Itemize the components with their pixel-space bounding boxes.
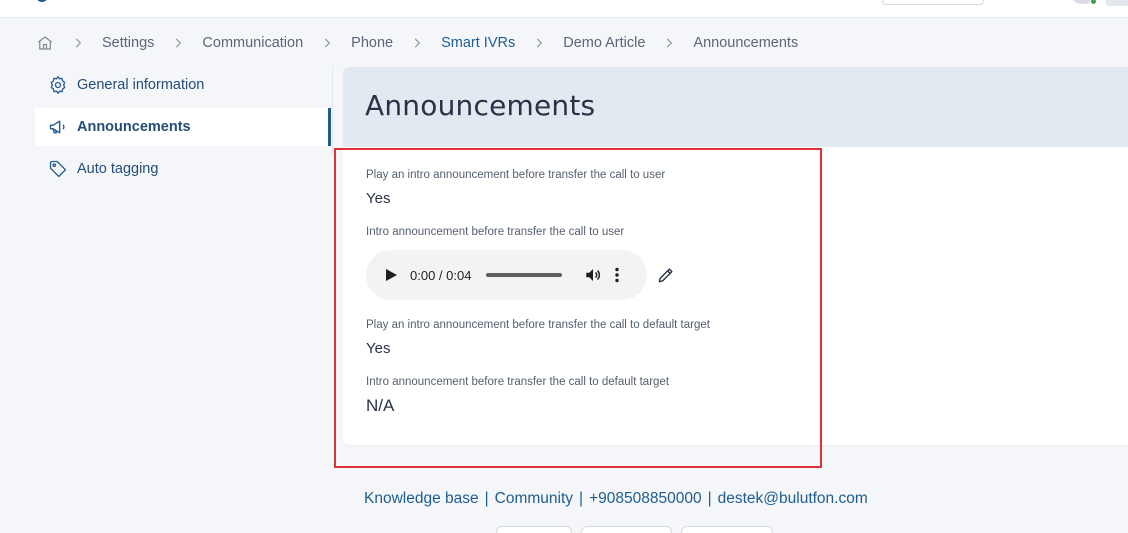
audio-row: 0:00 / 0:04 (366, 250, 1128, 300)
card-header: Announcements (343, 67, 1128, 147)
field-label: Intro announcement before transfer the c… (366, 226, 625, 238)
footer-button[interactable] (681, 526, 773, 533)
field-value: Yes (366, 190, 391, 207)
pencil-icon[interactable] (656, 265, 676, 285)
chevron-right-icon (662, 36, 676, 50)
field-label: Intro announcement before transfer the c… (366, 376, 670, 388)
breadcrumb-settings[interactable]: Settings (102, 35, 154, 51)
top-action-button[interactable] (882, 0, 984, 5)
breadcrumb-phone[interactable]: Phone (351, 35, 393, 51)
card-body: Play an intro announcement before transf… (343, 147, 1128, 416)
sidebar-item-auto-tagging[interactable]: Auto tagging (35, 150, 331, 188)
more-options-icon[interactable] (612, 266, 622, 284)
sidebar-item-general-information[interactable]: General information (35, 66, 331, 104)
footer-link-email[interactable]: destek@bulutfon.com (718, 490, 868, 507)
sidebar-item-label: Auto tagging (77, 161, 159, 177)
top-bar (0, 0, 1128, 18)
field-intro-audio-default: Intro announcement before transfer the c… (366, 376, 1128, 416)
footer-button[interactable] (581, 526, 672, 533)
audio-time: 0:00 / 0:04 (410, 267, 472, 283)
field-intro-to-user: Play an intro announcement before transf… (366, 169, 1128, 207)
breadcrumb-current: Announcements (693, 35, 799, 51)
footer-link-knowledge-base[interactable]: Knowledge base (364, 490, 479, 507)
field-value: Yes (366, 340, 391, 357)
sidebar-divider (332, 66, 333, 156)
sidebar-item-announcements[interactable]: Announcements (35, 108, 331, 146)
play-icon[interactable] (384, 268, 398, 282)
volume-icon[interactable] (584, 266, 602, 284)
announcements-card: Announcements Play an intro announcement… (343, 67, 1128, 445)
field-intro-audio-user: Intro announcement before transfer the c… (366, 226, 1128, 300)
field-value: N/A (366, 396, 395, 415)
audio-progress-slider[interactable] (486, 273, 563, 277)
footer-separator: | (579, 490, 584, 507)
logo[interactable] (36, 0, 48, 2)
language-selector[interactable] (1106, 0, 1128, 6)
chevron-right-icon (71, 36, 85, 50)
chevron-right-icon (171, 36, 185, 50)
field-label: Play an intro announcement before transf… (366, 169, 666, 181)
breadcrumb: Settings Communication Phone Smart IVRs … (36, 32, 798, 54)
footer-button[interactable] (496, 526, 572, 533)
breadcrumb-communication[interactable]: Communication (202, 35, 303, 51)
footer-link-community[interactable]: Community (495, 490, 573, 507)
online-status-dot (1090, 0, 1097, 5)
sidebar-item-label: Announcements (77, 119, 191, 135)
footer-links: Knowledge base | Community | +908508850000 | d… (364, 490, 868, 508)
breadcrumb-smart-ivrs[interactable]: Smart IVRs (441, 35, 515, 51)
footer-separator: | (707, 490, 712, 507)
chevron-right-icon (410, 36, 424, 50)
chevron-right-icon (532, 36, 546, 50)
audio-player[interactable]: 0:00 / 0:04 (366, 250, 647, 300)
footer-link-phone[interactable]: +908508850000 (589, 490, 702, 507)
footer-buttons (496, 526, 782, 533)
chevron-right-icon (320, 36, 334, 50)
field-label: Play an intro announcement before transf… (366, 319, 710, 331)
home-icon[interactable] (36, 34, 54, 52)
breadcrumb-demo-article[interactable]: Demo Article (563, 35, 645, 51)
footer-separator: | (484, 490, 489, 507)
gear-icon (48, 75, 68, 95)
page-title: Announcements (365, 89, 596, 122)
field-intro-to-default: Play an intro announcement before transf… (366, 319, 1128, 357)
tag-icon (48, 159, 68, 179)
sidebar: General information Announcements Auto t… (35, 66, 331, 192)
sidebar-item-label: General information (77, 77, 205, 93)
megaphone-icon (48, 117, 68, 137)
